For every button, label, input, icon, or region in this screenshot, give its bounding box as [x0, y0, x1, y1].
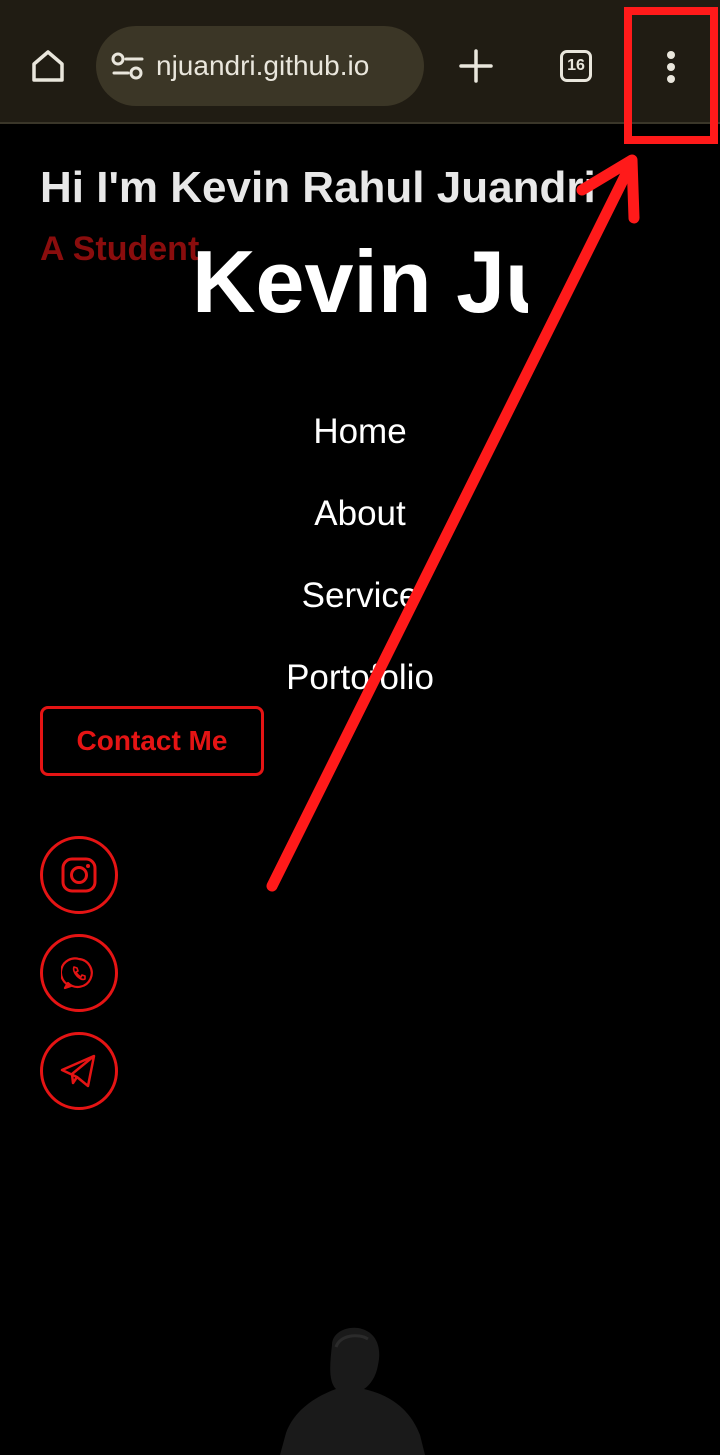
nav-item-service[interactable]: Service [0, 564, 720, 646]
home-icon [32, 50, 64, 82]
instagram-link[interactable] [40, 836, 118, 914]
address-bar[interactable]: njuandri.github.io [96, 26, 424, 106]
telegram-link[interactable] [40, 1032, 118, 1110]
url-text[interactable]: njuandri.github.io [156, 26, 414, 106]
plus-icon [459, 49, 493, 83]
hero-title: Hi I'm Kevin Rahul Juandri [40, 163, 596, 212]
profile-photo [280, 1327, 425, 1455]
tab-switcher-icon: 16 [560, 50, 592, 82]
home-button[interactable] [20, 38, 76, 94]
whatsapp-icon [61, 957, 93, 990]
new-tab-button[interactable] [448, 38, 504, 94]
big-name-clip: Kevin Juandri [192, 232, 528, 332]
page: njuandri.github.io 16 Hi I'm Kevin Rahul… [0, 0, 720, 1455]
browser-toolbar: njuandri.github.io 16 [0, 0, 720, 124]
hero-subtitle: A Student [40, 230, 200, 268]
tune-icon[interactable] [110, 50, 146, 82]
nav-item-about[interactable]: About [0, 482, 720, 564]
site-logo-name[interactable]: Kevin Juandri [192, 232, 528, 332]
contact-me-button[interactable]: Contact Me [40, 706, 264, 776]
whatsapp-link[interactable] [40, 934, 118, 1012]
nav-item-home[interactable]: Home [0, 400, 720, 482]
more-vert-icon [667, 51, 675, 83]
tab-switcher-button[interactable]: 16 [548, 38, 604, 94]
more-menu-button[interactable] [642, 38, 700, 96]
nav-menu: Home About Service Portofolio [0, 400, 720, 728]
instagram-icon [61, 857, 97, 893]
tab-count: 16 [567, 57, 585, 74]
telegram-icon [60, 1054, 96, 1088]
